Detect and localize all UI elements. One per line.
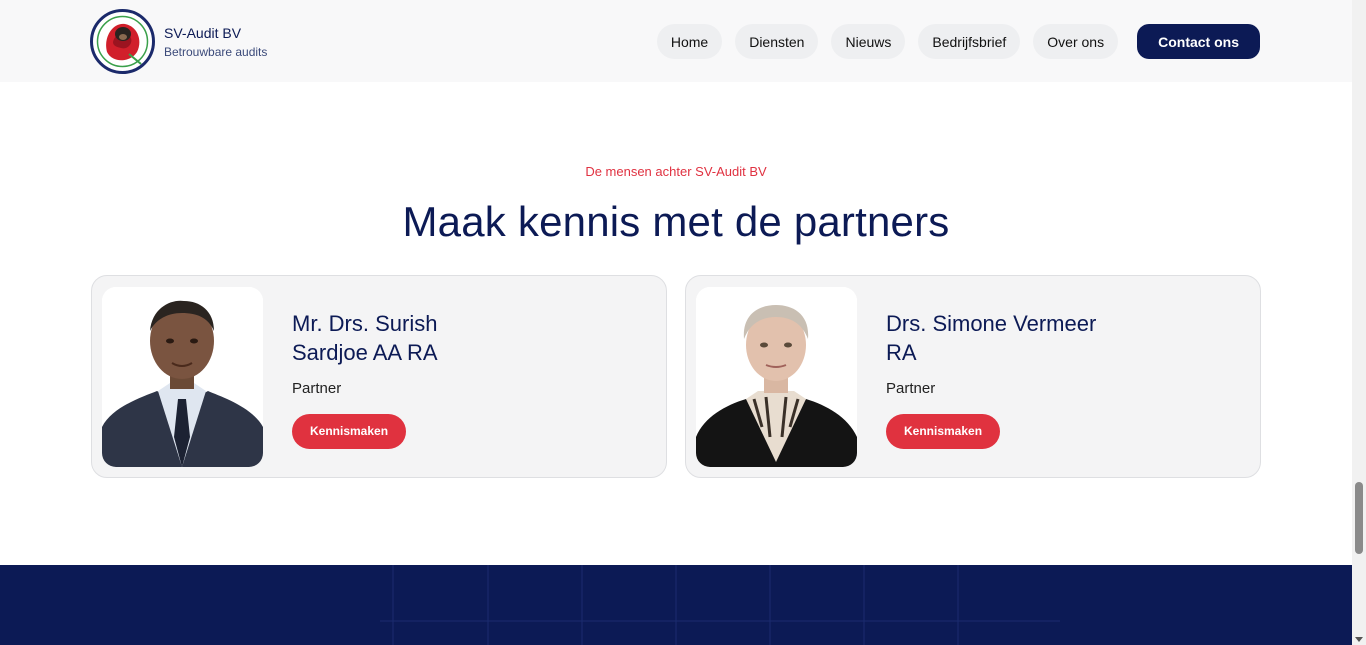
partner-name: Mr. Drs. Surish Sardjoe AA RA (292, 311, 438, 365)
partner-role: Partner (292, 380, 342, 397)
scroll-down-arrow-icon[interactable] (1355, 637, 1363, 642)
partner-card: Drs. Simone Vermeer RA Partner Kennismak… (685, 275, 1261, 478)
brand-tagline: Betrouwbare audits (164, 44, 268, 59)
section-eyebrow: De mensen achter SV-Audit BV (585, 164, 767, 179)
kennismaken-button[interactable]: Kennismaken (292, 414, 407, 449)
nav-diensten[interactable]: Diensten (735, 24, 819, 59)
main-nav: Home Diensten Nieuws Bedrijfsbrief Over … (644, 24, 1260, 59)
scrollbar-thumb[interactable] (1355, 482, 1363, 554)
footer-grid-pattern (380, 565, 1060, 645)
partner-name: Drs. Simone Vermeer RA (886, 311, 1097, 365)
partner-role: Partner (886, 380, 936, 397)
site-header: SV-Audit BV Betrouwbare audits Home Dien… (0, 0, 1352, 82)
rose-logo-icon[interactable] (90, 9, 155, 74)
kennismaken-button[interactable]: Kennismaken (886, 414, 1001, 449)
partner-photo (102, 287, 263, 467)
section-title: Maak kennis met de partners (402, 198, 950, 245)
page-scrollbar[interactable] (1352, 0, 1366, 645)
nav-nieuws[interactable]: Nieuws (831, 24, 906, 59)
brand[interactable]: SV-Audit BV Betrouwbare audits (90, 9, 267, 74)
nav-bedrijfsbrief[interactable]: Bedrijfsbrief (918, 24, 1021, 59)
footer-band (0, 565, 1352, 645)
partner-photo (696, 287, 857, 467)
nav-home[interactable]: Home (656, 24, 723, 59)
partner-card: Mr. Drs. Surish Sardjoe AA RA Partner Ke… (91, 275, 667, 478)
contact-button[interactable]: Contact ons (1137, 24, 1260, 59)
brand-name[interactable]: SV-Audit BV (164, 24, 267, 42)
nav-over-ons[interactable]: Over ons (1033, 24, 1119, 59)
